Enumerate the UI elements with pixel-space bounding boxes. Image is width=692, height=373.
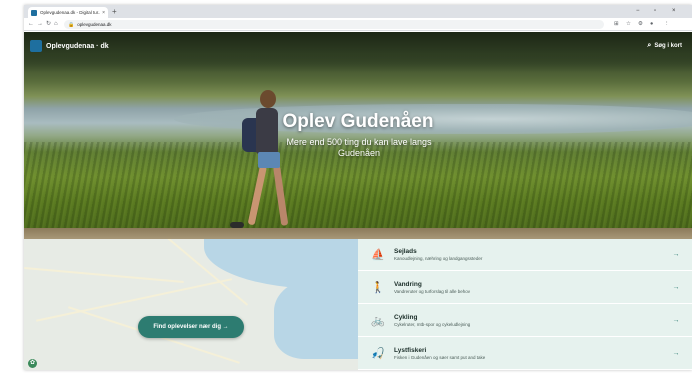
url-field[interactable]: 🔒 oplevgudenaa.dk	[64, 20, 604, 29]
activity-item-sejlads[interactable]: ⛵ Sejlads Kanoudlejning, næhring og land…	[358, 239, 692, 271]
activity-item-cykling[interactable]: 🚲 Cykling Cykelruter, mtb-spor og cykelu…	[358, 305, 692, 337]
lock-icon: 🔒	[68, 21, 75, 28]
url-text: oplevgudenaa.dk	[77, 22, 112, 27]
bookmark-star-icon[interactable]: ☆	[626, 20, 631, 29]
lower-section: Find oplevelser nær dig → ✿ ⛵ Sejlads Ka…	[24, 239, 692, 370]
new-tab-button[interactable]: +	[112, 6, 117, 17]
tab-bar: Oplevgudenaa.dk - Digital tur... × + − ▫…	[24, 5, 692, 18]
minimize-button[interactable]: −	[636, 6, 640, 17]
maximize-button[interactable]: ▫	[654, 6, 656, 17]
arrow-right-icon[interactable]: →	[666, 350, 686, 357]
search-map-link[interactable]: ⌕ Søg i kort	[647, 42, 682, 50]
background-trees	[24, 32, 692, 72]
close-window-button[interactable]: ×	[672, 6, 676, 17]
browser-tab[interactable]: Oplevgudenaa.dk - Digital tur... ×	[28, 7, 108, 18]
site-logo[interactable]: Oplevgudenaa · dk	[30, 40, 109, 52]
activity-description: Cykelruter, mtb-spor og cykeludlejning	[394, 321, 471, 327]
activity-description: Vandreruter og turforslag til alle behov	[394, 288, 470, 294]
activity-title: Vandring	[394, 280, 422, 288]
hero-section: Oplevgudenaa · dk ⌕ Søg i kort Oplev Gud…	[24, 32, 692, 239]
browser-window: Oplevgudenaa.dk - Digital tur... × + − ▫…	[24, 5, 692, 370]
arrow-right-icon[interactable]: →	[666, 284, 686, 291]
forward-icon[interactable]: →	[37, 19, 43, 30]
tab-title: Oplevgudenaa.dk - Digital tur...	[40, 10, 101, 15]
activity-title: Lystfiskeri	[394, 346, 427, 354]
hiker-head	[260, 90, 276, 108]
extension-icon[interactable]: ⚙	[638, 20, 643, 29]
hiker-icon: 🚶	[371, 282, 385, 294]
activity-texts: Vandring Vandreruter og turforslag til a…	[394, 281, 666, 295]
activity-texts: Sejlads Kanoudlejning, næhring og landga…	[394, 248, 666, 262]
map-road	[36, 278, 232, 322]
search-map-label: Søg i kort	[654, 43, 682, 49]
hiker-shoe	[230, 222, 244, 228]
favicon-icon	[31, 9, 37, 16]
activity-title: Sejlads	[394, 247, 417, 255]
hiker-shorts	[258, 152, 280, 168]
arrow-right-icon[interactable]: →	[666, 317, 686, 324]
bicycle-icon: 🚲	[371, 315, 385, 327]
hero-subtitle: Mere end 500 ting du kan lave langs Gude…	[286, 137, 432, 158]
activity-texts: Cykling Cykelruter, mtb-spor og cykeludl…	[394, 314, 666, 328]
back-icon[interactable]: ←	[28, 19, 34, 30]
activity-list: ⛵ Sejlads Kanoudlejning, næhring og land…	[358, 239, 692, 370]
dirt-path	[24, 228, 692, 239]
activity-description: Kanoudlejning, næhring og landgangsstede…	[394, 255, 483, 261]
map-sea	[274, 279, 358, 359]
activity-item-lystfiskeri[interactable]: 🎣 Lystfiskeri Fisken i Gudenåen og søer …	[358, 338, 692, 370]
profile-icon[interactable]: ●	[650, 20, 653, 29]
translate-icon[interactable]: ⊞	[614, 20, 619, 29]
activity-item-vandring[interactable]: 🚶 Vandring Vandreruter og turforslag til…	[358, 272, 692, 304]
arrow-right-icon[interactable]: →	[666, 251, 686, 258]
reload-icon[interactable]: ↻	[46, 19, 51, 30]
brand-name: Oplevgudenaa · dk	[46, 42, 109, 50]
activity-texts: Lystfiskeri Fisken i Gudenåen og søer sa…	[394, 347, 666, 361]
hero-title: Oplev Gudenåen	[282, 111, 434, 132]
menu-icon[interactable]: ⋮	[664, 20, 670, 29]
kayak-icon: ⛵	[371, 249, 385, 261]
find-nearby-button[interactable]: Find oplevelser nær dig →	[138, 316, 244, 338]
map-preview[interactable]: Find oplevelser nær dig → ✿	[24, 239, 358, 370]
map-logo-icon: ✿	[28, 359, 37, 368]
address-bar: ← → ↻ ⌂ 🔒 oplevgudenaa.dk ⊞ ☆ ⚙ ● ⋮	[24, 18, 692, 31]
fishing-icon: 🎣	[371, 348, 385, 360]
logo-icon	[30, 40, 42, 52]
activity-description: Fisken i Gudenåen og søer samt put and t…	[394, 354, 486, 360]
tab-close-icon[interactable]: ×	[102, 10, 105, 16]
home-icon[interactable]: ⌂	[54, 19, 58, 30]
activity-title: Cykling	[394, 313, 418, 321]
search-icon: ⌕	[647, 42, 652, 49]
map-road	[24, 267, 184, 283]
